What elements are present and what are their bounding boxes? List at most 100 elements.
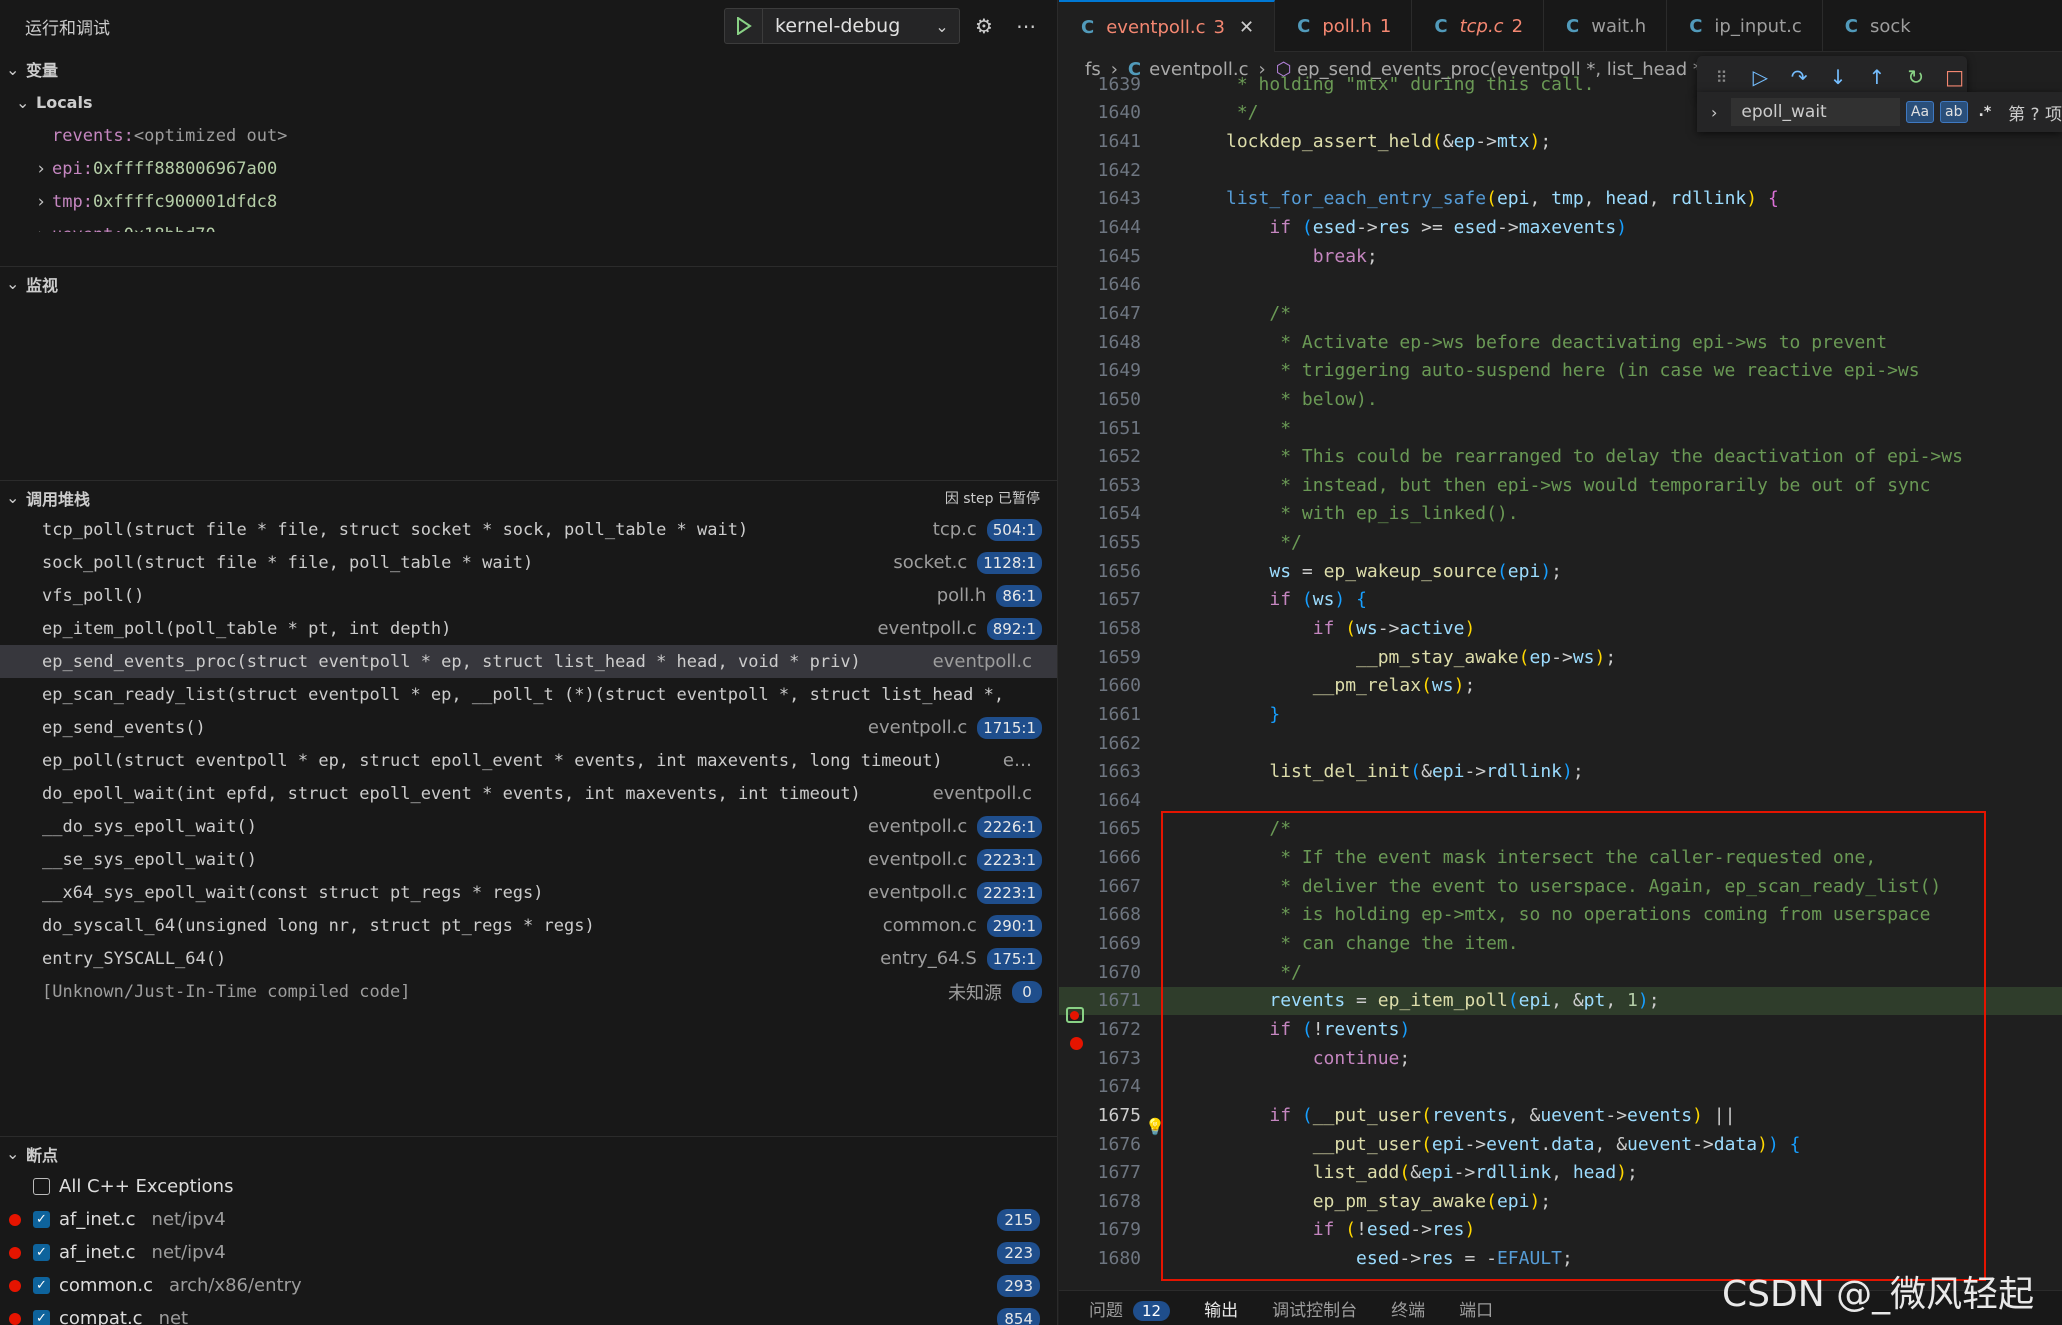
breakpoint-checkbox[interactable]: ✓ — [33, 1211, 50, 1228]
variable-row[interactable]: › epi: 0xffff888006967a00 — [0, 152, 1057, 185]
code-line[interactable]: 1649 * triggering auto-suspend here (in … — [1059, 356, 2062, 385]
code-line[interactable]: 1677 list_add(&epi->rdllink, head); — [1059, 1158, 2062, 1187]
code-line[interactable]: 1674 — [1059, 1072, 2062, 1101]
regex-toggle[interactable]: .* — [1974, 101, 1997, 123]
stack-frame[interactable]: ep_send_events_proc(struct eventpoll * e… — [0, 645, 1057, 678]
code-line[interactable]: 1657 if (ws) { — [1059, 586, 2062, 615]
code-line[interactable]: 1663 list_del_init(&epi->rdllink); — [1059, 757, 2062, 786]
callstack-section-header[interactable]: ⌄ 调用堆栈 因 step 已暂停 — [0, 480, 1057, 514]
variable-row[interactable]: revents: <optimized out> — [0, 119, 1057, 152]
find-input[interactable]: epoll_wait — [1731, 98, 1900, 126]
variable-row[interactable]: ›uevent: 0x18bbd70 — [0, 218, 1057, 233]
breakpoint-checkbox[interactable]: ✓ — [33, 1277, 50, 1294]
code-line[interactable]: 1676 __put_user(epi->event.data, &uevent… — [1059, 1130, 2062, 1159]
tab-debug-console[interactable]: 调试控制台 — [1272, 1296, 1357, 1321]
code-line[interactable]: 1646 — [1059, 270, 2062, 299]
code-line[interactable]: 1669 * can change the item. — [1059, 929, 2062, 958]
code-line[interactable]: 1658 if (ws->active) — [1059, 614, 2062, 643]
editor-tab[interactable]: Cip_input.c — [1667, 0, 1823, 52]
stack-frame[interactable]: [Unknown/Just-In-Time compiled code] 未知源 0 — [0, 975, 1057, 1008]
code-line[interactable]: 1643 list_for_each_entry_safe(epi, tmp, h… — [1059, 185, 2062, 214]
stack-frame[interactable]: ep_item_poll(poll_table * pt, int depth)… — [0, 612, 1057, 645]
stack-frame[interactable]: ep_poll(struct eventpoll * ep, struct ep… — [0, 744, 1057, 777]
tab-ports[interactable]: 端口 — [1459, 1296, 1493, 1321]
stack-frame[interactable]: __se_sys_epoll_wait() eventpoll.c 2223:1 — [0, 843, 1057, 876]
step-out-icon[interactable]: ↑ — [1864, 64, 1889, 90]
stack-frame[interactable]: sock_poll(struct file * file, poll_table… — [0, 546, 1057, 579]
editor-tab[interactable]: Ctcp.c 2 — [1412, 0, 1545, 52]
tab-problems[interactable]: 问题 12 — [1089, 1296, 1171, 1321]
code-line[interactable]: 1667 * deliver the event to userspace. A… — [1059, 872, 2062, 901]
code-line[interactable]: 1664 — [1059, 786, 2062, 815]
code-line[interactable]: 1662 — [1059, 729, 2062, 758]
step-over-icon[interactable]: ↷ — [1787, 64, 1812, 90]
breakpoint-item[interactable]: All C++ Exceptions — [0, 1170, 1057, 1203]
breakpoint-item[interactable]: ✓ compat.c net 854 — [0, 1302, 1057, 1325]
code-line[interactable]: 1660 __pm_relax(ws); — [1059, 671, 2062, 700]
code-line[interactable]: 1675 💡 if (__put_user(revents, &uevent->e… — [1059, 1101, 2062, 1137]
close-icon[interactable]: ✕ — [1239, 17, 1254, 38]
breakpoint-item[interactable]: ✓ common.c arch/x86/entry 293 — [0, 1269, 1057, 1302]
breakpoints-section-header[interactable]: ⌄ 断点 — [0, 1136, 1057, 1170]
step-into-icon[interactable]: ↓ — [1826, 64, 1851, 90]
code-line[interactable]: 1651 * — [1059, 414, 2062, 443]
stack-frame[interactable]: ep_scan_ready_list(struct eventpoll * ep… — [0, 678, 1057, 711]
code-line[interactable]: 1659 __pm_stay_awake(ep->ws); — [1059, 643, 2062, 672]
code-line[interactable]: 1678 ep_pm_stay_awake(epi); — [1059, 1187, 2062, 1216]
stack-frame[interactable]: do_epoll_wait(int epfd, struct epoll_eve… — [0, 777, 1057, 810]
code-line[interactable]: 1652 * This could be rearranged to delay… — [1059, 442, 2062, 471]
breakpoint-checkbox[interactable] — [33, 1178, 50, 1195]
variables-section-header[interactable]: ⌄ 变量 — [0, 52, 1057, 86]
code-line[interactable]: 1650 * below). — [1059, 385, 2062, 414]
code-line[interactable]: 1647 /* — [1059, 299, 2062, 328]
tab-terminal[interactable]: 终端 — [1391, 1296, 1425, 1321]
code-line[interactable]: 1661 } — [1059, 700, 2062, 729]
code-view[interactable]: 1639 * holding "mtx" during this call. 16… — [1059, 70, 2062, 1273]
variable-row[interactable]: › tmp: 0xffffc900001dfdc8 — [0, 185, 1057, 218]
stack-frame[interactable]: ep_send_events() eventpoll.c 1715:1 — [0, 711, 1057, 744]
stack-frame[interactable]: entry_SYSCALL_64() entry_64.S 175:1 — [0, 942, 1057, 975]
code-line[interactable]: 1666 * If the event mask intersect the c… — [1059, 843, 2062, 872]
code-line[interactable]: 1654 * with ep_is_linked(). — [1059, 500, 2062, 529]
code-line[interactable]: 1656 ws = ep_wakeup_source(epi); — [1059, 557, 2062, 586]
code-line[interactable]: 1665 /* — [1059, 815, 2062, 844]
editor-tab[interactable]: Csock — [1823, 0, 1931, 52]
stack-frame[interactable]: __x64_sys_epoll_wait(const struct pt_reg… — [0, 876, 1057, 909]
continue-icon[interactable]: ▷ — [1748, 64, 1773, 90]
whole-word-toggle[interactable]: ab — [1940, 101, 1968, 123]
gear-icon[interactable]: ⚙ — [968, 10, 1000, 42]
start-debugging-button[interactable] — [725, 9, 763, 43]
code-line[interactable]: 1672 if (!revents) — [1059, 1015, 2062, 1051]
code-line[interactable]: 1668 * is holding ep->mtx, so no operati… — [1059, 901, 2062, 930]
code-line[interactable]: 1644 if (esed->res >= esed->maxevents) — [1059, 213, 2062, 242]
launch-config-select[interactable]: kernel-debug ⌄ — [724, 8, 960, 44]
code-line[interactable]: 1642 — [1059, 156, 2062, 185]
breakpoint-checkbox[interactable]: ✓ — [33, 1244, 50, 1261]
code-line[interactable]: 1670 */ — [1059, 958, 2062, 987]
stop-icon[interactable]: □ — [1942, 64, 1967, 90]
breakpoint-item[interactable]: ✓ af_inet.c net/ipv4 223 — [0, 1236, 1057, 1269]
code-line[interactable]: 1673 continue; — [1059, 1044, 2062, 1073]
drag-handle-icon[interactable]: ⠿ — [1709, 64, 1734, 90]
code-line[interactable]: 1679 if (!esed->res) — [1059, 1216, 2062, 1245]
stack-frame[interactable]: do_syscall_64(unsigned long nr, struct p… — [0, 909, 1057, 942]
restart-icon[interactable]: ↻ — [1903, 64, 1928, 90]
editor-tab[interactable]: Ceventpoll.c 3 ✕ — [1059, 0, 1276, 52]
editor-tab[interactable]: Cpoll.h 1 — [1275, 0, 1413, 52]
match-case-toggle[interactable]: Aa — [1905, 101, 1935, 123]
chevron-right-icon[interactable]: › — [1711, 103, 1717, 122]
editor-tab[interactable]: Cwait.h — [1544, 0, 1668, 52]
more-actions-icon[interactable]: ⋯ — [1010, 10, 1042, 42]
code-line[interactable]: 1671 revents = ep_item_poll(epi, &pt, 1)… — [1059, 986, 2062, 1023]
watch-section-header[interactable]: ⌄ 监视 — [0, 266, 1057, 300]
breakpoint-checkbox[interactable]: ✓ — [33, 1310, 50, 1325]
code-line[interactable]: 1655 */ — [1059, 528, 2062, 557]
stack-frame[interactable]: vfs_poll() poll.h 86:1 — [0, 579, 1057, 612]
chevron-down-icon[interactable]: ⌄ — [925, 17, 959, 36]
code-line[interactable]: 1653 * instead, but then epi->ws would t… — [1059, 471, 2062, 500]
tab-output[interactable]: 输出 — [1204, 1296, 1238, 1321]
stack-frame[interactable]: __do_sys_epoll_wait() eventpoll.c 2226:1 — [0, 810, 1057, 843]
locals-scope-header[interactable]: ⌄ Locals — [0, 86, 1057, 119]
code-line[interactable]: 1645 break; — [1059, 242, 2062, 271]
breakpoint-item[interactable]: ✓ af_inet.c net/ipv4 215 — [0, 1203, 1057, 1236]
